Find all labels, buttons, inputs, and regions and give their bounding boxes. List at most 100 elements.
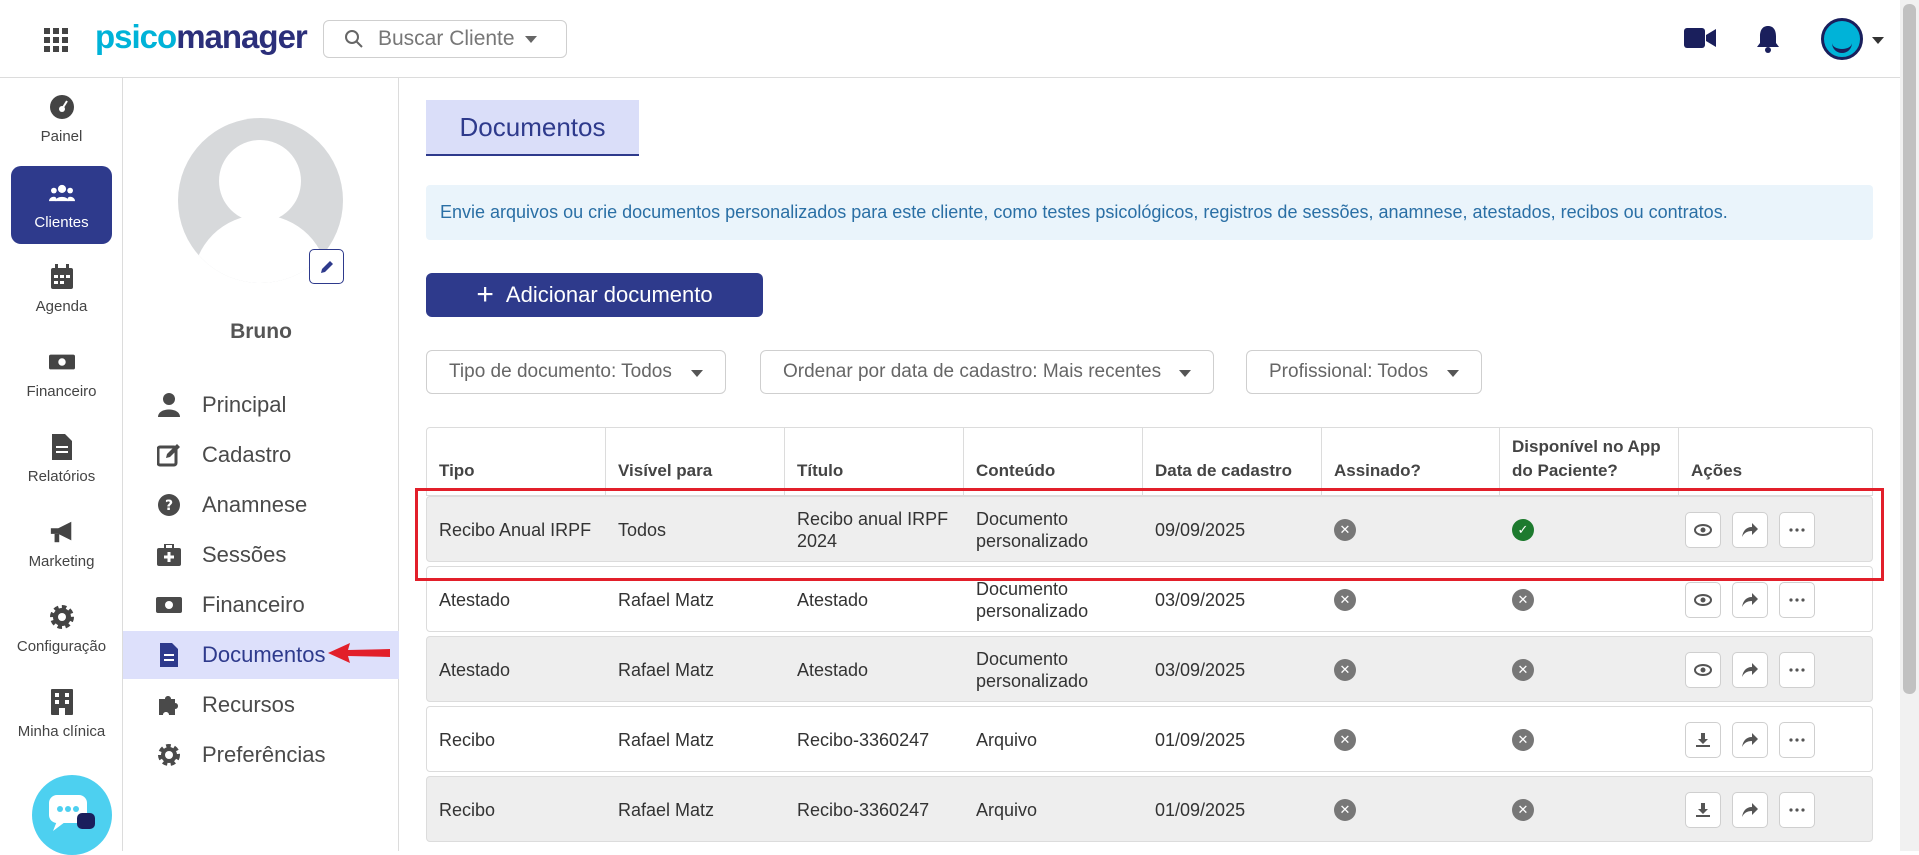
chat-icon (49, 795, 95, 831)
logo[interactable]: psicomanager (95, 18, 308, 56)
apps-grid-icon[interactable] (44, 28, 68, 52)
nav-item-marketing[interactable]: Marketing (11, 505, 112, 583)
search-client-dropdown[interactable]: Buscar Cliente (323, 20, 567, 58)
view-button[interactable] (1685, 582, 1721, 618)
client-menu-financeiro[interactable]: Financeiro (123, 581, 399, 629)
gear-icon (156, 742, 182, 768)
cell-conteudo: Documento personalizado (976, 648, 1089, 692)
client-menu-anamnese[interactable]: ? Anamnese (123, 481, 399, 529)
nav-item-painel[interactable]: Painel (11, 80, 112, 158)
user-icon (156, 392, 182, 418)
cell-assinado: ✕ (1322, 777, 1356, 843)
client-menu-principal[interactable]: Principal (123, 381, 399, 429)
download-button[interactable] (1685, 792, 1721, 828)
chevron-down-icon (524, 35, 537, 43)
download-icon (1695, 802, 1711, 818)
more-options-button[interactable] (1779, 512, 1815, 548)
cell-assinado: ✕ (1322, 497, 1356, 563)
more-options-button[interactable] (1779, 582, 1815, 618)
nav-item-agenda[interactable]: Agenda (11, 250, 112, 328)
share-button[interactable] (1732, 512, 1768, 548)
more-options-button[interactable] (1779, 792, 1815, 828)
medkit-icon (156, 542, 182, 568)
cell-disponivel: ✕ (1500, 777, 1534, 843)
column-header[interactable]: Data de cadastro (1143, 428, 1322, 497)
eye-icon (1694, 664, 1712, 676)
share-button[interactable] (1732, 582, 1768, 618)
column-header[interactable]: Assinado? (1322, 428, 1500, 497)
edit-icon (156, 442, 182, 468)
column-header[interactable]: Conteúdo (964, 428, 1143, 497)
more-icon (1789, 808, 1805, 812)
cell-conteudo: Documento personalizado (976, 508, 1089, 552)
filter-professional[interactable]: Profissional: Todos (1246, 350, 1482, 394)
report-icon (49, 433, 75, 460)
chevron-down-icon[interactable] (1872, 37, 1884, 44)
share-button[interactable] (1732, 652, 1768, 688)
cell-titulo: Recibo anual IRPF 2024 (797, 508, 949, 552)
share-button[interactable] (1732, 722, 1768, 758)
cell-tipo: Atestado (439, 589, 511, 610)
more-options-button[interactable] (1779, 652, 1815, 688)
column-header[interactable]: Disponível no App do Paciente? (1500, 428, 1679, 497)
client-menu-preferencias[interactable]: Preferências (123, 731, 399, 779)
money-icon (156, 592, 182, 618)
download-icon (1695, 732, 1711, 748)
x-circle-icon: ✕ (1512, 799, 1534, 821)
filter-sort-order[interactable]: Ordenar por data de cadastro: Mais recen… (760, 350, 1214, 394)
table-row[interactable]: Recibo Rafael Matz Recibo-3360247 Arquivo 01… (426, 706, 1873, 772)
x-circle-icon: ✕ (1334, 729, 1356, 751)
nav-item-configuracao[interactable]: Configuração (11, 590, 112, 668)
column-header[interactable]: Tipo (427, 428, 606, 497)
share-icon (1742, 733, 1758, 747)
x-circle-icon: ✕ (1334, 799, 1356, 821)
scrollbar-thumb[interactable] (1903, 4, 1916, 694)
client-menu-cadastro[interactable]: Cadastro (123, 431, 399, 479)
client-menu-sessoes[interactable]: Sessões (123, 531, 399, 579)
edit-avatar-button[interactable] (309, 249, 344, 284)
chat-support-button[interactable] (32, 775, 112, 855)
scrollbar[interactable] (1900, 0, 1919, 851)
cell-visivel: Rafael Matz (618, 659, 715, 680)
cell-titulo: Atestado (797, 589, 869, 610)
download-button[interactable] (1685, 722, 1721, 758)
column-header[interactable]: Visível para (606, 428, 785, 497)
view-button[interactable] (1685, 512, 1721, 548)
more-options-button[interactable] (1779, 722, 1815, 758)
cell-data: 03/09/2025 (1155, 659, 1246, 680)
x-circle-icon: ✕ (1512, 659, 1534, 681)
x-circle-icon: ✕ (1512, 589, 1534, 611)
cell-titulo: Recibo-3360247 (797, 729, 930, 750)
dashboard-icon (49, 94, 75, 120)
main-nav: Painel Clientes Agenda Financeiro Relató… (0, 78, 123, 855)
table-row[interactable]: Recibo Anual IRPF Todos Recibo anual IRPF … (426, 496, 1873, 562)
share-button[interactable] (1732, 792, 1768, 828)
share-icon (1742, 663, 1758, 677)
nav-item-financeiro[interactable]: Financeiro (11, 335, 112, 413)
x-circle-icon: ✕ (1334, 519, 1356, 541)
building-icon (49, 688, 75, 715)
table-row[interactable]: Atestado Rafael Matz Atestado Documento per… (426, 566, 1873, 632)
question-icon: ? (156, 492, 182, 518)
nav-item-relatorios[interactable]: Relatórios (11, 420, 112, 498)
cell-conteudo: Arquivo (976, 799, 1038, 820)
more-icon (1789, 528, 1805, 532)
bell-icon[interactable] (1755, 24, 1781, 54)
nav-item-clientes[interactable]: Clientes (11, 166, 112, 244)
add-document-button[interactable]: + Adicionar documento (426, 273, 763, 317)
column-header[interactable]: Título (785, 428, 964, 497)
row-actions (1685, 637, 1826, 703)
video-camera-icon[interactable] (1684, 26, 1716, 50)
user-avatar[interactable] (1821, 18, 1863, 60)
x-circle-icon: ✕ (1512, 729, 1534, 751)
nav-item-minha-clinica[interactable]: Minha clínica (11, 675, 112, 753)
cell-titulo: Recibo-3360247 (797, 799, 930, 820)
x-circle-icon: ✕ (1334, 659, 1356, 681)
table-header: Tipo Visível para Título Conteúdo Data d… (426, 427, 1873, 497)
table-row[interactable]: Recibo Rafael Matz Recibo-3360247 Arquivo 01… (426, 776, 1873, 842)
view-button[interactable] (1685, 652, 1721, 688)
client-menu-recursos[interactable]: Recursos (123, 681, 399, 729)
table-row[interactable]: Atestado Rafael Matz Atestado Documento per… (426, 636, 1873, 702)
filter-document-type[interactable]: Tipo de documento: Todos (426, 350, 726, 394)
share-icon (1742, 803, 1758, 817)
